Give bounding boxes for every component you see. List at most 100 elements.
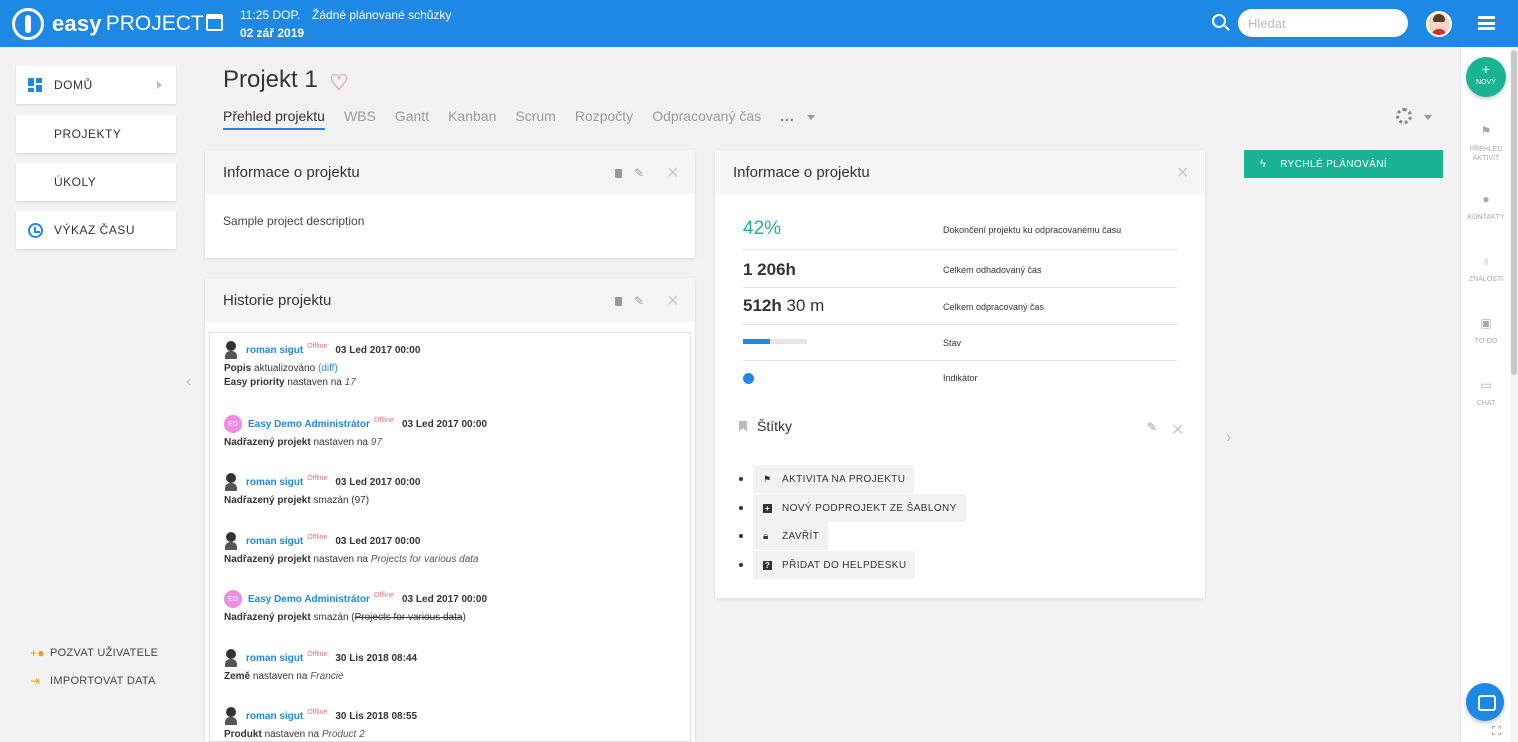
tab-wbs[interactable]: WBS — [344, 108, 376, 130]
flag-icon: ⚑ — [1480, 124, 1492, 138]
entry-date: 03 Led 2017 00:00 — [335, 535, 421, 547]
completion-label: Dokončení projektu ku odpracovanému času — [943, 225, 1122, 235]
pencil-icon[interactable]: ✎ — [1147, 420, 1157, 434]
logo-mark-icon — [12, 8, 44, 40]
avatar — [224, 649, 238, 667]
field-name: Nadřazený projekt — [224, 495, 311, 506]
tags-title: Štítky — [757, 418, 793, 434]
panel-title: Informace o projektu — [733, 164, 870, 181]
avatar — [224, 341, 238, 359]
page-scrollbar-thumb[interactable] — [1511, 50, 1517, 375]
field-value: Projects for various data — [370, 554, 479, 565]
sidebar-item-tasks[interactable]: ÚKOLY — [16, 163, 176, 201]
invite-users-link[interactable]: +● POZVAT UŽIVATELE — [30, 646, 158, 660]
sidebar-item-label: PROJEKTY — [54, 127, 122, 141]
chat-launcher-icon[interactable] — [1466, 683, 1504, 721]
close-icon[interactable]: ✕ — [666, 291, 679, 311]
entry-date: 03 Led 2017 00:00 — [335, 476, 421, 488]
action-label: AKTIVITA NA PROJEKTU — [782, 473, 906, 485]
bulb-icon: ♁ — [1481, 254, 1491, 268]
history-entry: roman sigut Offline 03 Led 2017 00:00 Na… — [224, 473, 420, 507]
new-button[interactable]: + NOVÝ — [1466, 57, 1506, 97]
import-data-link[interactable]: ⇥ IMPORTOVAT DATA — [30, 674, 156, 688]
quick-planning-button[interactable]: ϟ RYCHLÉ PLÁNOVÁNÍ — [1244, 150, 1443, 178]
close-icon[interactable]: ✕ — [1176, 163, 1189, 183]
user-avatar[interactable] — [1426, 11, 1452, 37]
lock-icon: 🔒︎ — [763, 530, 769, 542]
bullet — [739, 563, 743, 567]
pencil-icon[interactable]: ✎ — [634, 294, 644, 308]
offline-badge: Offline — [373, 416, 394, 424]
tab-kanban[interactable]: Kanban — [448, 108, 496, 130]
favorite-heart-icon[interactable]: ♡ — [329, 70, 349, 96]
pencil-icon[interactable]: ✎ — [634, 166, 644, 180]
search-icon[interactable] — [1212, 14, 1226, 28]
sidebar-item-home[interactable]: DOMŮ — [16, 66, 176, 104]
caret-down-icon[interactable] — [1424, 115, 1432, 120]
avatar — [224, 532, 238, 550]
user-link[interactable]: Easy Demo Administrátor — [248, 419, 370, 430]
user-link[interactable]: roman sigut — [246, 711, 303, 722]
top-bar: easy PROJECT 11:25 DOP. Žádné plánované … — [0, 0, 1518, 47]
diff-link[interactable]: (diff) — [318, 363, 338, 374]
collapse-right-icon[interactable]: › — [1226, 429, 1231, 447]
field-name: Nadřazený projekt — [224, 612, 311, 623]
tab-budgets[interactable]: Rozpočty — [575, 108, 633, 130]
tab-scrum[interactable]: Scrum — [515, 108, 555, 130]
avatar: ED — [224, 415, 242, 433]
rs-label: ZNALOSTI — [1468, 276, 1504, 283]
tab-spent-time[interactable]: Odpracovaný čas — [652, 108, 761, 130]
user-link[interactable]: roman sigut — [246, 653, 303, 664]
chevron-right-icon — [157, 81, 162, 89]
close-project-button[interactable]: 🔒︎ ZAVŘÍT — [753, 522, 829, 550]
tab-overview[interactable]: Přehled projektu — [223, 108, 325, 130]
tab-more[interactable]: ... — [780, 108, 815, 130]
sidebar-item-timesheet[interactable]: VÝKAZ ČASU — [16, 211, 176, 249]
clipboard-icon: ▣ — [1480, 316, 1492, 330]
meetings-status[interactable]: Žádné plánované schůzky — [312, 8, 451, 22]
sidebar-item-projects[interactable]: PROJEKTY — [16, 115, 176, 153]
gear-icon[interactable] — [1396, 108, 1412, 124]
rs-todo[interactable]: ▣ TO-DO — [1461, 316, 1511, 346]
import-icon: ⇥ — [30, 674, 41, 688]
rs-contacts[interactable]: ● KONTAKTY — [1461, 193, 1511, 222]
project-activity-button[interactable]: ⚑ AKTIVITA NA PROJEKTU — [753, 465, 915, 493]
history-list[interactable]: roman sigut Offline 03 Led 2017 00:00 Po… — [209, 332, 691, 742]
close-icon[interactable]: ✕ — [666, 163, 679, 183]
trash-icon[interactable] — [615, 297, 622, 306]
entry-date: 03 Led 2017 00:00 — [335, 344, 421, 356]
history-entry: roman sigut Offline 30 Lis 2018 08:44 Ze… — [224, 649, 417, 683]
tab-gantt[interactable]: Gantt — [395, 108, 429, 130]
flag-icon: ⚑ — [763, 473, 772, 484]
calendar-icon[interactable] — [206, 14, 223, 31]
add-to-helpdesk-button[interactable]: ? PŘIDAT DO HELPDESKU — [753, 551, 916, 579]
page-title: Projekt 1 — [223, 66, 318, 93]
user-link[interactable]: Easy Demo Administrátor — [248, 594, 370, 605]
search-input[interactable] — [1238, 9, 1408, 37]
menu-hamburger-icon[interactable] — [1478, 16, 1495, 30]
rs-activity-overview[interactable]: ⚑ PŘEHLED AKTIVIT — [1461, 124, 1511, 163]
sidebar-item-label: ÚKOLY — [54, 175, 97, 189]
bullet — [739, 477, 743, 481]
user-link[interactable]: roman sigut — [246, 345, 303, 356]
quick-planning-label: RYCHLÉ PLÁNOVÁNÍ — [1280, 158, 1388, 170]
completion-percent: 42% — [743, 218, 782, 239]
rs-knowledge[interactable]: ♁ ZNALOSTI — [1461, 254, 1511, 284]
panel-header: Historie projektu ✎ ✕ — [205, 278, 695, 322]
close-icon[interactable]: ✕ — [1171, 420, 1184, 440]
status-progress-bar — [743, 339, 807, 344]
logo[interactable]: easy PROJECT — [12, 8, 204, 40]
new-label: NOVÝ — [1476, 79, 1496, 86]
user-link[interactable]: roman sigut — [246, 536, 303, 547]
tags-header: Štítky — [739, 418, 792, 434]
new-subproject-button[interactable]: + NOVÝ PODPROJEKT ZE ŠABLONY — [753, 494, 966, 522]
bookmark-icon — [739, 420, 747, 432]
field-value: Product 2 — [321, 729, 365, 740]
trash-icon[interactable] — [615, 169, 622, 178]
expand-icon[interactable] — [1492, 726, 1501, 735]
user-link[interactable]: roman sigut — [246, 477, 303, 488]
rs-chat[interactable]: ▭ CHAT — [1461, 379, 1511, 408]
collapse-left-icon[interactable]: ‹ — [186, 373, 191, 391]
status-label: Stav — [943, 338, 962, 348]
field-name: Nadřazený projekt — [224, 554, 311, 565]
